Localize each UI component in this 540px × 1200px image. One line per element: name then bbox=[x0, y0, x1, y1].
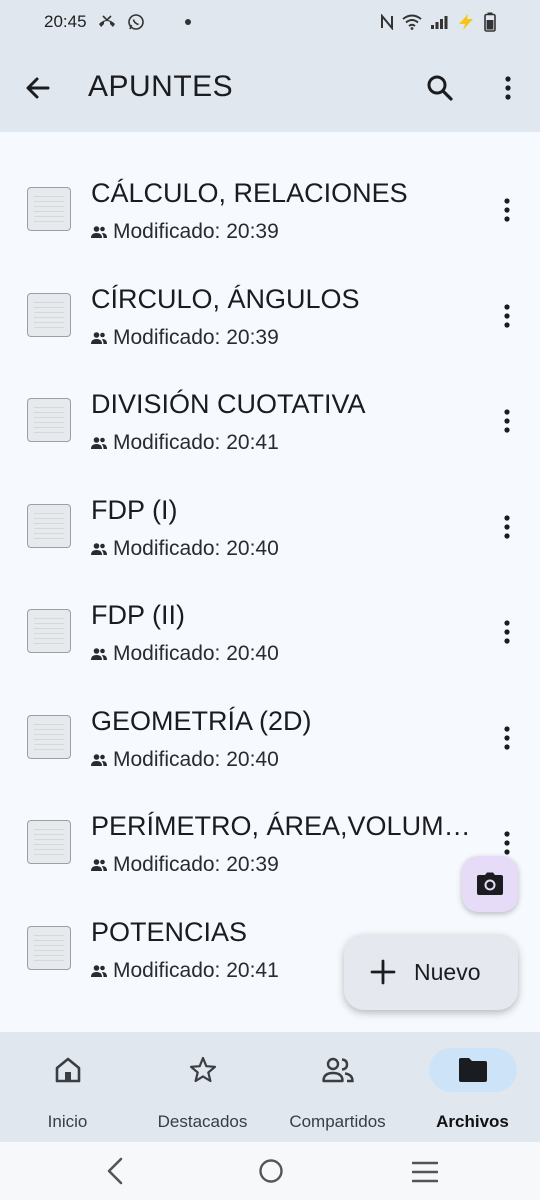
bottom-nav: Inicio Destacados Compartidos Archivos bbox=[0, 1032, 540, 1142]
nav-icon-container bbox=[24, 1048, 112, 1092]
file-modified: Modificado: 20:40 bbox=[113, 642, 279, 665]
nav-item-archivos[interactable]: Archivos bbox=[405, 1032, 540, 1142]
app-bar: APUNTES bbox=[0, 44, 540, 132]
shared-people-icon bbox=[91, 859, 107, 871]
list-item[interactable]: CÍRCULO, ÁNGULOS Modificado: 20:39 bbox=[0, 246, 540, 352]
nav-label: Compartidos bbox=[289, 1112, 386, 1131]
status-right bbox=[380, 12, 496, 32]
status-time: 20:45 bbox=[44, 12, 87, 31]
new-button-label: Nuevo bbox=[414, 958, 481, 985]
shared-people-icon bbox=[91, 964, 107, 977]
file-thumbnail bbox=[27, 398, 71, 442]
file-name: FDP (II) bbox=[91, 600, 185, 630]
home-icon bbox=[55, 1057, 80, 1083]
shared-people-icon bbox=[91, 753, 107, 766]
shared-people-icon bbox=[91, 331, 107, 344]
notification-dot-icon bbox=[184, 19, 191, 25]
file-modified: Modificado: 20:41 bbox=[113, 431, 279, 454]
charging-icon bbox=[459, 14, 473, 30]
file-name: FDP (I) bbox=[91, 494, 178, 525]
list-item[interactable]: CÁLCULO, RELACIONES Modificado: 20:39 bbox=[0, 140, 540, 246]
nav-item-destacados[interactable]: Destacados bbox=[135, 1032, 270, 1142]
list-item[interactable]: DIVISIÓN CUOTATIVA Modificado: 20:41 bbox=[0, 351, 540, 457]
shared-people-icon bbox=[91, 226, 107, 238]
file-thumbnail bbox=[27, 503, 71, 548]
file-meta: Modificado: 20:41 bbox=[91, 959, 279, 983]
file-modified: Modificado: 20:40 bbox=[113, 747, 279, 771]
file-modified: Modificado: 20:40 bbox=[113, 536, 279, 560]
plus-icon bbox=[370, 959, 396, 985]
file-meta: Modificado: 20:40 bbox=[91, 642, 279, 666]
file-meta: Modificado: 20:39 bbox=[91, 326, 279, 350]
file-meta: Modificado: 20:40 bbox=[91, 537, 279, 561]
wifi-icon bbox=[402, 14, 422, 30]
system-recents-icon[interactable] bbox=[412, 1161, 438, 1183]
more-vert-icon[interactable] bbox=[492, 72, 524, 104]
shared-people-icon bbox=[91, 648, 107, 660]
signal-icon bbox=[431, 16, 448, 29]
nav-label: Destacados bbox=[157, 1112, 248, 1131]
file-thumbnail bbox=[27, 609, 71, 653]
page-title: APUNTES bbox=[88, 70, 234, 103]
file-name: DIVISIÓN CUOTATIVA bbox=[91, 389, 366, 419]
nav-label: Inicio bbox=[47, 1112, 88, 1131]
new-button[interactable]: Nuevo bbox=[344, 934, 518, 1010]
nav-item-inicio[interactable]: Inicio bbox=[0, 1032, 135, 1142]
nfc-icon bbox=[381, 14, 393, 30]
star-icon bbox=[189, 1056, 216, 1083]
file-name: CÁLCULO, RELACIONES bbox=[91, 178, 408, 208]
list-item[interactable]: GEOMETRÍA (2D) Modificado: 20:40 bbox=[0, 668, 540, 774]
file-modified: Modificado: 20:39 bbox=[113, 325, 279, 349]
missed-call-icon bbox=[98, 15, 115, 27]
file-thumbnail bbox=[27, 925, 71, 970]
file-name: PERÍMETRO, ÁREA,VOLUME… bbox=[91, 811, 476, 841]
battery-icon bbox=[484, 12, 496, 32]
file-meta: Modificado: 20:39 bbox=[91, 853, 279, 877]
list-item[interactable]: FDP (I) Modificado: 20:40 bbox=[0, 457, 540, 563]
more-vert-icon[interactable] bbox=[496, 513, 518, 541]
list-item[interactable]: PERÍMETRO, ÁREA,VOLUME… Modificado: 20:3… bbox=[0, 773, 540, 879]
list-item[interactable]: FDP (II) Modificado: 20:40 bbox=[0, 562, 540, 668]
file-meta: Modificado: 20:39 bbox=[91, 220, 279, 244]
file-modified: Modificado: 20:39 bbox=[113, 220, 279, 243]
more-vert-icon[interactable] bbox=[496, 196, 518, 224]
nav-item-compartidos[interactable]: Compartidos bbox=[270, 1032, 405, 1142]
file-name: CÍRCULO, ÁNGULOS bbox=[91, 283, 360, 314]
system-back-icon[interactable] bbox=[104, 1156, 126, 1186]
file-thumbnail bbox=[27, 820, 71, 864]
file-thumbnail bbox=[27, 714, 71, 759]
scan-camera-button[interactable] bbox=[462, 856, 518, 912]
more-vert-icon[interactable] bbox=[496, 724, 518, 752]
search-icon[interactable] bbox=[424, 72, 456, 104]
nav-icon-container bbox=[159, 1048, 247, 1092]
more-vert-icon[interactable] bbox=[496, 618, 518, 646]
more-vert-icon[interactable] bbox=[496, 829, 518, 857]
status-left: 20:45 bbox=[44, 12, 191, 32]
file-meta: Modificado: 20:41 bbox=[91, 431, 279, 455]
shared-people-icon bbox=[91, 437, 107, 449]
system-home-icon[interactable] bbox=[258, 1158, 284, 1184]
nav-icon-container-active bbox=[428, 1048, 517, 1092]
file-thumbnail bbox=[27, 292, 71, 337]
arrow-back-icon[interactable] bbox=[22, 72, 54, 104]
shared-people-icon bbox=[91, 542, 107, 555]
status-bar: 20:45 bbox=[0, 0, 540, 44]
more-vert-icon[interactable] bbox=[496, 407, 518, 435]
file-meta: Modificado: 20:40 bbox=[91, 748, 279, 772]
file-name: GEOMETRÍA (2D) bbox=[91, 705, 312, 736]
nav-icon-container bbox=[294, 1048, 382, 1092]
people-icon bbox=[321, 1057, 354, 1083]
system-nav-bar bbox=[0, 1142, 540, 1200]
file-modified: Modificado: 20:39 bbox=[113, 853, 279, 876]
file-thumbnail bbox=[27, 187, 71, 231]
file-list: CÁLCULO, RELACIONES Modificado: 20:39 CÍ… bbox=[0, 140, 540, 984]
more-vert-icon[interactable] bbox=[496, 302, 518, 330]
camera-icon bbox=[477, 872, 503, 895]
file-modified: Modificado: 20:41 bbox=[113, 958, 279, 982]
nav-label: Archivos bbox=[436, 1112, 509, 1131]
folder-icon bbox=[458, 1058, 487, 1082]
whatsapp-icon bbox=[127, 14, 144, 30]
